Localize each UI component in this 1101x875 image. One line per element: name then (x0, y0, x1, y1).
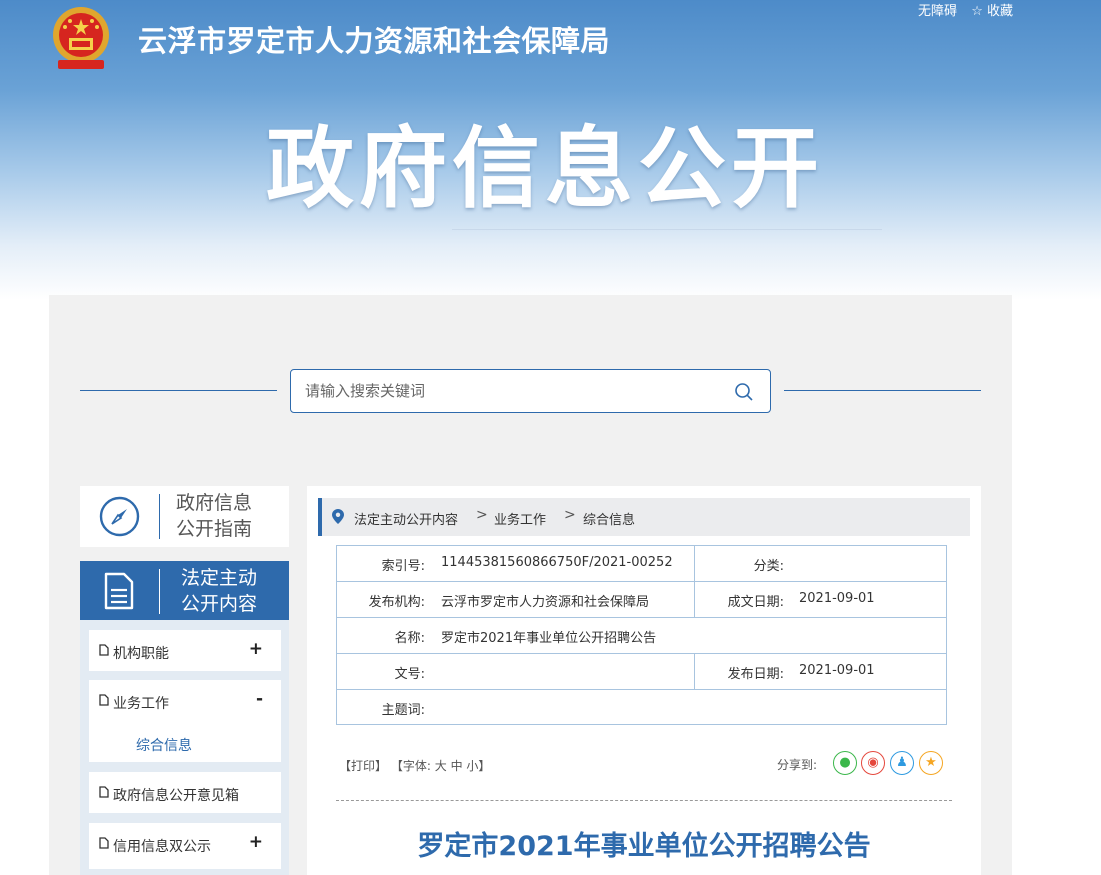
sidebar-item-label: 政府信息公开意见箱 (113, 788, 239, 804)
national-emblem-icon (53, 7, 109, 69)
breadcrumb-item[interactable]: 综合信息 (583, 509, 635, 528)
weibo-share-icon[interactable]: ◉ (861, 751, 885, 775)
expand-toggle[interactable]: + (249, 639, 263, 659)
qzone-share-icon[interactable]: ★ (919, 751, 943, 775)
content-area: 法定主动公开内容 > 业务工作 > 综合信息 索引号: 114453815608… (307, 486, 981, 875)
index-label: 索引号: (381, 559, 425, 574)
collapse-toggle[interactable]: - (256, 689, 263, 709)
wechat-share-icon[interactable]: ● (833, 751, 857, 775)
share-label: 分享到: (777, 758, 818, 772)
doc-icon (99, 644, 109, 656)
divider (159, 494, 160, 539)
info-row: 文号: 发布日期: 2021-09-01 (337, 654, 946, 690)
header-banner: 云浮市罗定市人力资源和社会保障局 无障碍 ☆ 收藏 政府信息公开 (0, 0, 1101, 300)
guide-line1: 政府信息 (176, 492, 253, 514)
main-panel: 政府信息 公开指南 法定主动 公开内容 机构职能 + (49, 295, 1012, 875)
info-row: 索引号: 11445381560866750F/2021-00252 分类: (337, 546, 946, 582)
doc-icon (99, 837, 109, 849)
name-value: 罗定市2021年事业单位公开招聘公告 (441, 631, 657, 646)
site-name: 云浮市罗定市人力资源和社会保障局 (138, 24, 611, 58)
sidebar-item-opinion-box[interactable]: 政府信息公开意见箱 (89, 772, 281, 813)
document-icon (104, 572, 134, 610)
sidebar-item-org-functions[interactable]: 机构职能 + (89, 630, 281, 671)
search-rule-right (784, 390, 981, 391)
article-title: 罗定市2021年事业单位公开招聘公告 (417, 831, 871, 862)
font-size-label: 【字体: (390, 759, 431, 773)
qq-share-icon[interactable]: ♟ (890, 751, 914, 775)
publisher-value: 云浮市罗定市人力资源和社会保障局 (441, 595, 650, 610)
sidebar-menu: 机构职能 + 业务工作 - 综合信息 政府信息公开意见箱 信用信息双公示 + (80, 620, 289, 875)
doc-number-label: 文号: (394, 667, 425, 682)
published-date-value: 2021-09-01 (799, 663, 875, 678)
font-medium-button[interactable]: 中 (451, 759, 463, 773)
breadcrumb-separator: > (564, 507, 576, 523)
created-date-label: 成文日期: (727, 595, 784, 610)
search-input[interactable] (291, 370, 721, 412)
favorite-link[interactable]: ☆ 收藏 (971, 4, 1013, 19)
breadcrumb-item[interactable]: 业务工作 (494, 509, 546, 528)
search-icon[interactable] (734, 382, 754, 402)
font-large-button[interactable]: 大 (435, 759, 447, 773)
breadcrumb-item[interactable]: 法定主动公开内容 (354, 509, 458, 528)
font-size-close: 】 (478, 759, 491, 773)
info-row: 名称: 罗定市2021年事业单位公开招聘公告 (337, 618, 946, 654)
sidebar-item-label: 机构职能 (113, 646, 169, 662)
compass-icon (99, 496, 140, 537)
info-table: 索引号: 11445381560866750F/2021-00252 分类: 发… (336, 545, 947, 725)
sidebar-item-business-work[interactable]: 业务工作 - 综合信息 (89, 680, 281, 762)
subject-label: 主题词: (381, 703, 425, 718)
sidebar-item-label: 业务工作 (113, 696, 169, 712)
sidebar-active-section[interactable]: 法定主动 公开内容 (80, 561, 289, 620)
divider (159, 569, 160, 614)
name-label: 名称: (394, 631, 425, 646)
active-line1: 法定主动 (181, 567, 258, 589)
breadcrumb-separator: > (476, 507, 488, 523)
category-label: 分类: (753, 559, 784, 574)
sidebar-guide-label: 政府信息 公开指南 (176, 490, 252, 542)
accessibility-link[interactable]: 无障碍 (918, 4, 957, 19)
title-divider (452, 229, 882, 230)
index-value: 11445381560866750F/2021-00252 (441, 555, 673, 570)
active-line2: 公开内容 (181, 593, 258, 615)
sidebar-subitem-general-info[interactable]: 综合信息 (136, 735, 192, 755)
sidebar-item-label: 信用信息双公示 (113, 839, 211, 855)
banner-title: 政府信息公开 (266, 117, 825, 220)
search-box (290, 369, 771, 413)
doc-icon (99, 694, 109, 706)
print-button[interactable]: 【打印】 (339, 759, 387, 773)
published-date-label: 发布日期: (727, 667, 784, 682)
sidebar-item-credit-info[interactable]: 信用信息双公示 + (89, 823, 281, 869)
location-pin-icon (332, 509, 344, 524)
dashed-divider (336, 800, 952, 801)
page-tools: 【打印】 【字体: 大 中 小】 (339, 757, 490, 774)
sidebar-guide[interactable]: 政府信息 公开指南 (80, 486, 289, 547)
created-date-value: 2021-09-01 (799, 591, 875, 606)
search-rule-left (80, 390, 277, 391)
sidebar-active-label: 法定主动 公开内容 (181, 565, 257, 617)
font-small-button[interactable]: 小 (466, 759, 478, 773)
info-row: 发布机构: 云浮市罗定市人力资源和社会保障局 成文日期: 2021-09-01 (337, 582, 946, 618)
top-links: 无障碍 ☆ 收藏 (908, 0, 1013, 19)
guide-line2: 公开指南 (176, 518, 253, 540)
doc-icon (99, 786, 109, 798)
publisher-label: 发布机构: (368, 595, 425, 610)
info-row: 主题词: (337, 690, 946, 726)
expand-toggle[interactable]: + (249, 832, 263, 852)
breadcrumb: 法定主动公开内容 > 业务工作 > 综合信息 (318, 498, 970, 536)
